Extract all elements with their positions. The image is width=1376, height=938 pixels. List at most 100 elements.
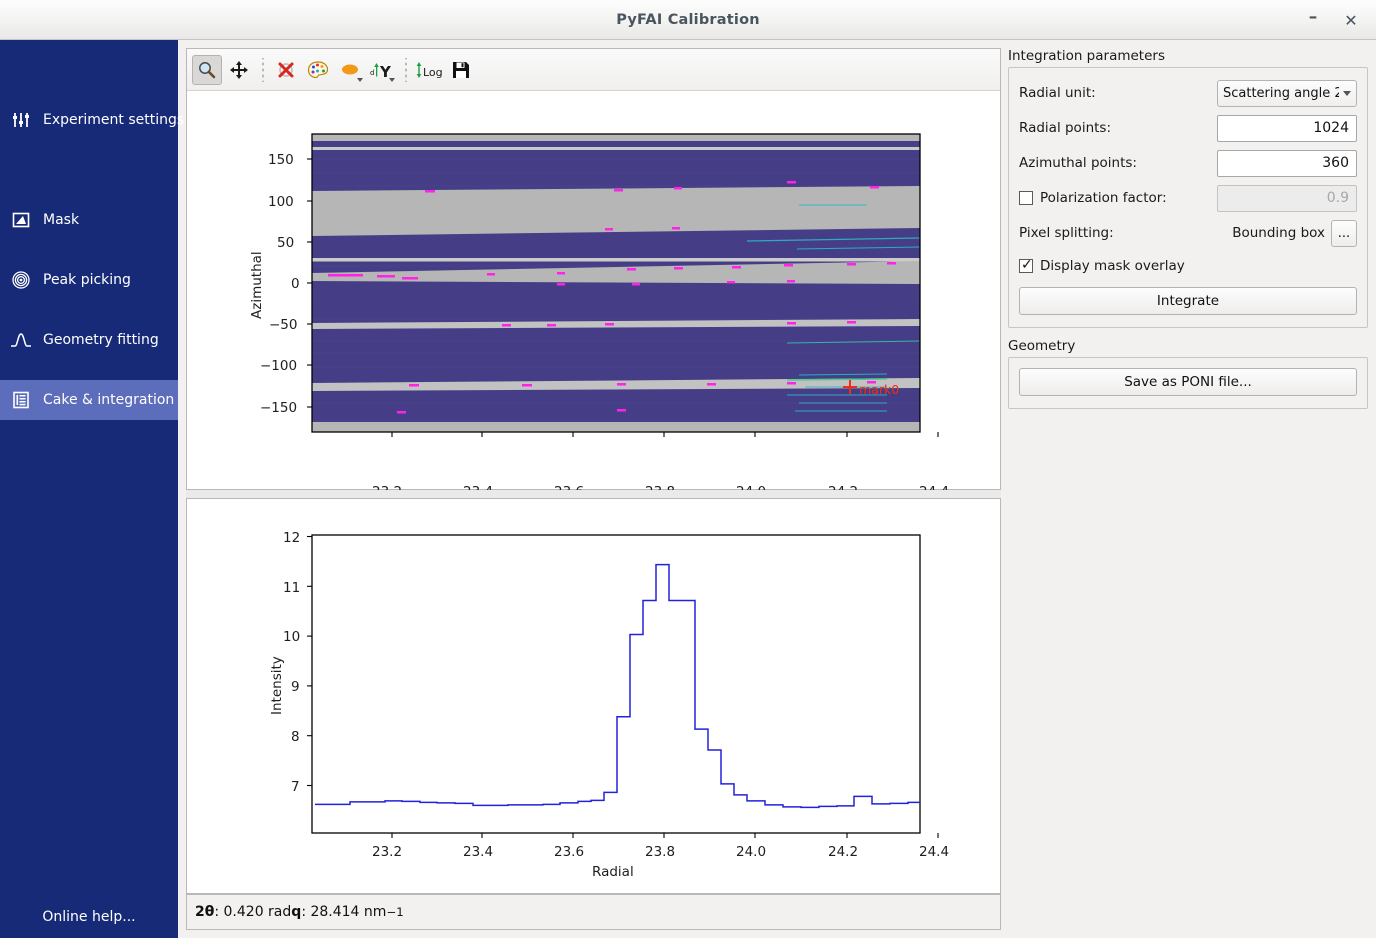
cake-ylabel: Azimuthal xyxy=(249,251,265,319)
cake-ytick-label: 0 xyxy=(291,276,300,292)
cake-plot-frame: d Y Log xyxy=(186,48,1001,490)
sidebar: Experiment settings Mask Peak picking xyxy=(0,40,178,938)
geometry-group: Geometry Save as PONI file... xyxy=(1008,338,1368,409)
mark0-label: mark0 xyxy=(859,382,899,397)
aspect-ratio-button[interactable]: d Y xyxy=(367,55,397,85)
pixel-splitting-options-button[interactable]: ... xyxy=(1331,220,1357,247)
sidebar-item-label: Peak picking xyxy=(43,272,131,288)
colormap-palette-button[interactable] xyxy=(303,55,333,85)
cake-chart[interactable]: mark0 23.2 xyxy=(187,91,1000,490)
polarization-factor-value: 0.9 xyxy=(1327,190,1349,206)
status-bar: 2θ: 0.420 rad q: 28.414 nm−1 xyxy=(186,894,1001,930)
integration-group-title: Integration parameters xyxy=(1008,48,1368,67)
azimuthal-points-label: Azimuthal points: xyxy=(1019,155,1217,171)
radial-unit-select[interactable]: Scattering angle 2 xyxy=(1217,80,1357,107)
display-mask-row: Display mask overlay xyxy=(1019,253,1357,279)
log-scale-button[interactable]: Log xyxy=(414,55,444,85)
cake-ytick-label: −100 xyxy=(260,358,297,374)
sliders-icon xyxy=(8,107,34,133)
toolbar-separator xyxy=(258,58,267,82)
sidebar-item-label: Cake & integration xyxy=(43,392,174,408)
cake-ytick-label: −50 xyxy=(269,317,298,333)
chevron-down-icon xyxy=(357,78,363,82)
svg-text:Log: Log xyxy=(423,66,443,79)
mask-icon xyxy=(8,207,34,233)
radial-unit-row: Radial unit: Scattering angle 2 xyxy=(1019,78,1357,108)
sidebar-item-peak-picking[interactable]: Peak picking xyxy=(0,260,178,300)
q-value: : 28.414 nm xyxy=(301,904,386,920)
pixel-splitting-options-label: ... xyxy=(1338,226,1350,241)
cake-ytick-label: 150 xyxy=(268,152,294,168)
window-controls: – ✕ xyxy=(1294,0,1370,40)
pan-tool-button[interactable] xyxy=(224,55,254,85)
profile-ytick-label: 9 xyxy=(291,679,300,695)
reset-zoom-button[interactable] xyxy=(271,55,301,85)
sidebar-item-experiment-settings[interactable]: Experiment settings xyxy=(0,100,178,140)
svg-text:d: d xyxy=(370,69,374,77)
polarization-factor-row: Polarization factor: 0.9 xyxy=(1019,183,1357,213)
online-help-link[interactable]: Online help... xyxy=(0,895,178,938)
profile-xtick-label: 23.6 xyxy=(554,844,584,860)
toolbar-separator xyxy=(401,58,410,82)
display-mask-label: Display mask overlay xyxy=(1040,258,1357,274)
plot-splitter[interactable] xyxy=(186,490,1001,498)
profile-xtick-label: 24.4 xyxy=(919,844,949,860)
profile-ylabel: Intensity xyxy=(269,656,285,715)
window-title-bar: PyFAI Calibration – ✕ xyxy=(0,0,1376,40)
geometry-group-title: Geometry xyxy=(1008,338,1368,357)
sidebar-item-geometry-fitting[interactable]: Geometry fitting xyxy=(0,320,178,360)
cake-chart-svg: mark0 xyxy=(187,91,1000,490)
sidebar-item-label: Mask xyxy=(43,212,79,228)
close-button[interactable]: ✕ xyxy=(1332,0,1370,40)
polarization-factor-input[interactable]: 0.9 xyxy=(1217,185,1357,212)
sidebar-item-label: Geometry fitting xyxy=(43,332,159,348)
azimuthal-points-input[interactable]: 360 xyxy=(1217,150,1357,177)
profile-xlabel: Radial xyxy=(592,864,634,880)
pixel-splitting-row: Pixel splitting: Bounding box ... xyxy=(1019,218,1357,248)
profile-ytick-label: 12 xyxy=(283,530,300,546)
cake-ytick-label: 100 xyxy=(268,194,294,210)
q-key: q xyxy=(291,904,301,920)
profile-xtick-label: 23.8 xyxy=(645,844,675,860)
sidebar-item-mask[interactable]: Mask xyxy=(0,200,178,240)
profile-xtick-label: 23.4 xyxy=(463,844,493,860)
plot-area: d Y Log xyxy=(186,48,1001,930)
radial-unit-label: Radial unit: xyxy=(1019,85,1217,101)
integrate-button-label: Integrate xyxy=(1157,293,1219,309)
polarization-factor-label: Polarization factor: xyxy=(1040,190,1217,206)
save-plot-button[interactable] xyxy=(446,55,476,85)
pixel-splitting-label: Pixel splitting: xyxy=(1019,225,1232,241)
save-poni-button[interactable]: Save as PONI file... xyxy=(1019,368,1357,396)
profile-chart[interactable]: 23.2 23.4 23.6 23.8 24.0 24.2 24.4 7 8 9… xyxy=(187,499,1000,893)
radial-points-label: Radial points: xyxy=(1019,120,1217,136)
radial-points-input[interactable]: 1024 xyxy=(1217,115,1357,142)
integrate-button[interactable]: Integrate xyxy=(1019,287,1357,315)
profile-plot-frame: 23.2 23.4 23.6 23.8 24.0 24.2 24.4 7 8 9… xyxy=(186,498,1001,894)
page-title: PyFAI Calibration xyxy=(616,12,760,28)
right-panel: Integration parameters Radial unit: Scat… xyxy=(1008,48,1368,930)
display-mask-checkbox[interactable] xyxy=(1019,259,1033,273)
zoom-tool-button[interactable] xyxy=(192,55,222,85)
mask-color-button[interactable] xyxy=(335,55,365,85)
sidebar-item-label: Experiment settings xyxy=(43,112,184,128)
q-exponent: −1 xyxy=(386,905,403,919)
integration-parameters-group: Integration parameters Radial unit: Scat… xyxy=(1008,48,1368,328)
profile-ytick-label: 10 xyxy=(283,629,300,645)
chevron-down-icon xyxy=(1343,91,1351,96)
save-poni-button-label: Save as PONI file... xyxy=(1124,374,1252,390)
minimize-button[interactable]: – xyxy=(1294,0,1332,40)
cake-document-icon xyxy=(8,387,34,413)
profile-xtick-label: 23.2 xyxy=(372,844,402,860)
polarization-factor-checkbox[interactable] xyxy=(1019,191,1033,205)
pixel-splitting-value: Bounding box xyxy=(1232,225,1325,241)
peak-curve-icon xyxy=(8,327,34,353)
chevron-down-icon xyxy=(389,78,395,82)
sidebar-item-cake-integration[interactable]: Cake & integration xyxy=(0,380,178,420)
two-theta-value: : 0.420 rad xyxy=(214,904,291,920)
radial-unit-value: Scattering angle 2 xyxy=(1223,86,1339,101)
azimuthal-points-value: 360 xyxy=(1322,155,1349,171)
profile-ytick-label: 11 xyxy=(283,580,300,596)
two-theta-key: 2θ xyxy=(195,904,214,920)
plot-toolbar: d Y Log xyxy=(187,49,1000,91)
radial-points-value: 1024 xyxy=(1313,120,1349,136)
